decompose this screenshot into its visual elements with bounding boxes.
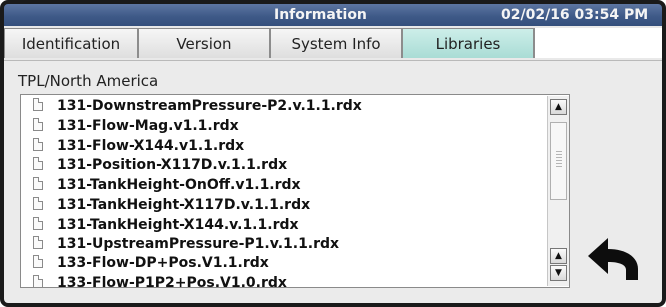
list-item[interactable]: 131-Flow-Mag.v1.1.rdx bbox=[21, 116, 546, 136]
list-item[interactable]: 133-Flow-P1P2+Pos.V1.0.rdx bbox=[21, 273, 546, 288]
arrow-up-icon: ▲ bbox=[555, 102, 562, 112]
scroll-up-button-lower[interactable]: ▲ bbox=[550, 248, 567, 264]
screen: Information 02/02/16 03:54 PM Identifica… bbox=[0, 0, 666, 307]
page-title: Information bbox=[274, 7, 367, 23]
tab-identification[interactable]: Identification bbox=[4, 28, 138, 58]
tab-version[interactable]: Version bbox=[138, 28, 270, 58]
document-icon bbox=[33, 177, 43, 190]
tab-system-info[interactable]: System Info bbox=[270, 28, 402, 58]
scroll-up-button[interactable]: ▲ bbox=[550, 99, 567, 115]
document-icon bbox=[33, 138, 43, 151]
document-icon bbox=[33, 217, 43, 230]
list-item[interactable]: 131-UpstreamPressure-P1.v.1.1.rdx bbox=[21, 234, 546, 254]
list-scrollbar[interactable]: ▲ ▲ ▼ bbox=[547, 96, 569, 286]
file-name: 131-Position-X117D.v.1.1.rdx bbox=[57, 157, 288, 173]
list-item[interactable]: 131-Position-X117D.v.1.1.rdx bbox=[21, 155, 546, 175]
tab-libraries[interactable]: Libraries bbox=[402, 28, 534, 58]
date-time: 02/02/16 03:54 PM bbox=[501, 7, 649, 23]
list-item[interactable]: 131-TankHeight-X144.v.1.1.rdx bbox=[21, 215, 546, 235]
library-region-label: TPL/North America bbox=[18, 72, 159, 90]
document-icon bbox=[33, 197, 43, 210]
title-bar: Information 02/02/16 03:54 PM bbox=[4, 4, 662, 26]
file-name: 131-Flow-Mag.v1.1.rdx bbox=[57, 118, 239, 134]
document-icon bbox=[33, 236, 43, 249]
library-file-list[interactable]: 131-DownstreamPressure-P2.v.1.1.rdx 131-… bbox=[20, 94, 570, 288]
document-icon bbox=[33, 275, 43, 287]
file-name: 131-TankHeight-X117D.v.1.1.rdx bbox=[57, 197, 311, 213]
tab-bar-spacer bbox=[534, 28, 663, 58]
scroll-down-button[interactable]: ▼ bbox=[550, 265, 567, 281]
document-icon bbox=[33, 118, 43, 131]
file-name: 131-DownstreamPressure-P2.v.1.1.rdx bbox=[57, 98, 362, 114]
file-name: 131-TankHeight-X144.v.1.1.rdx bbox=[57, 217, 299, 233]
arrow-up-icon: ▲ bbox=[555, 251, 562, 261]
grip-icon bbox=[556, 151, 562, 169]
arrow-down-icon: ▼ bbox=[555, 268, 562, 278]
tab-bar: Identification Version System Info Libra… bbox=[4, 26, 663, 61]
file-name: 133-Flow-DP+Pos.V1.1.rdx bbox=[57, 255, 269, 271]
list-item[interactable]: 131-Flow-X144.v1.1.rdx bbox=[21, 136, 546, 156]
list-item[interactable]: 133-Flow-DP+Pos.V1.1.rdx bbox=[21, 253, 546, 273]
file-name: 133-Flow-P1P2+Pos.V1.0.rdx bbox=[57, 275, 287, 288]
file-name: 131-Flow-X144.v1.1.rdx bbox=[57, 138, 245, 154]
file-name: 131-UpstreamPressure-P1.v.1.1.rdx bbox=[57, 236, 340, 252]
document-icon bbox=[33, 98, 43, 111]
file-name: 131-TankHeight-OnOff.v1.1.rdx bbox=[57, 177, 301, 193]
list-item[interactable]: 131-DownstreamPressure-P2.v.1.1.rdx bbox=[21, 96, 546, 116]
list-item[interactable]: 131-TankHeight-X117D.v.1.1.rdx bbox=[21, 195, 546, 215]
list-item[interactable]: 131-TankHeight-OnOff.v1.1.rdx bbox=[21, 175, 546, 195]
back-arrow-icon bbox=[588, 238, 638, 280]
document-icon bbox=[33, 255, 43, 268]
document-icon bbox=[33, 157, 43, 170]
scroll-thumb[interactable] bbox=[550, 122, 567, 200]
back-button[interactable] bbox=[584, 234, 644, 284]
